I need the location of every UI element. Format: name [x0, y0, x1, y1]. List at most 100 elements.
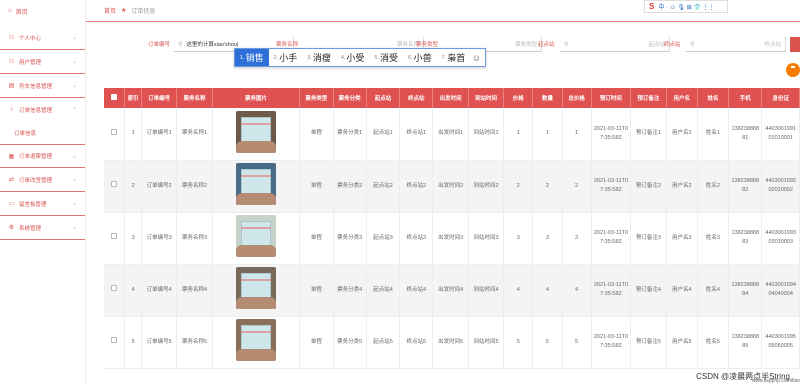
sidebar-item-messages[interactable]: ▭ 留言板管理 ⌄ — [0, 192, 85, 216]
table-row[interactable]: 2 订单编号2 票务名称2 单程 票务分类2 起点站2 终点站2 出发时间2 到站时间2 2 2 2 2… — [104, 160, 800, 213]
row-checkbox[interactable] — [111, 128, 118, 135]
table-cell: 起点站5 — [366, 316, 401, 369]
table-cell: 1 — [503, 108, 534, 161]
table-cell: 到站时间4 — [468, 264, 505, 317]
table-cell: 用户名2 — [666, 160, 698, 213]
table-cell: 订单编号2 — [141, 160, 178, 213]
table-cell: 2021-03-11T07:35:58Z — [591, 160, 632, 213]
table-cell: 用户名4 — [666, 264, 698, 317]
column-header: 索引 — [124, 88, 142, 108]
column-header: 手机 — [728, 88, 763, 108]
table-cell: 票务分类1 — [333, 108, 367, 161]
sidebar-item-trains[interactable]: ▤ 列车信息管理 ⌄ — [0, 74, 85, 98]
column-header: 价格 — [503, 88, 534, 108]
table-cell: 用户名1 — [666, 108, 698, 161]
search-input-start-station[interactable]: ⚲ 起点站 — [560, 37, 670, 52]
table-cell: 1 — [562, 108, 592, 161]
table-cell: 用户名3 — [666, 212, 698, 265]
ime-candidate[interactable]: 6. 小兽 — [403, 49, 437, 66]
table-cell: 姓名5 — [697, 316, 730, 369]
table-cell: 票务分类4 — [333, 264, 367, 317]
ime-candidate[interactable]: 3. 消瘦 — [302, 49, 336, 66]
search-input-end-station[interactable]: ⚲ 终点站 — [686, 37, 786, 52]
table-cell: 票务分类2 — [333, 160, 367, 213]
search-input-typed: 这里的计算xiao'shou| — [186, 42, 239, 48]
table-cell: 5 — [532, 316, 563, 369]
emoji-icon[interactable]: ☺ — [472, 53, 485, 63]
table-cell: 2021-03-11T07:35:58Z — [591, 316, 632, 369]
table-row[interactable]: 1 订单编号1 票务名称1 单程 票务分类1 起点站1 终点站1 出发时间1 到站时间1 1 1 1 2… — [104, 108, 800, 161]
sidebar-item-refunds[interactable]: ▦ 订单退票管理 ⌄ — [0, 144, 85, 168]
table-cell: 用户名5 — [666, 316, 698, 369]
row-select-cell — [104, 264, 126, 317]
chevron-down-icon: ⌄ — [71, 177, 77, 183]
table-cell: 出发时间1 — [432, 108, 469, 161]
ime-candidate[interactable]: 5. 消受 — [369, 49, 403, 66]
ime-candidate[interactable]: 7. 枭首 — [437, 49, 471, 66]
column-header: 到站时间 — [468, 88, 505, 108]
table-cell: 票务名称2 — [176, 160, 213, 213]
table-cell: 订单编号3 — [141, 212, 178, 265]
train-icon: ▤ — [8, 83, 15, 89]
ime-candidate[interactable]: 2. 小手 — [269, 49, 303, 66]
table-cell: 13823888885 — [728, 316, 763, 369]
ime-candidate[interactable]: 1. 销售 — [235, 49, 269, 66]
table-row[interactable]: 4 订单编号4 票务名称4 单程 票务分类4 起点站4 终点站4 出发时间4 到站时间4 4 4 4 2… — [104, 264, 800, 317]
ticket-image[interactable] — [235, 110, 276, 153]
ticket-image[interactable] — [235, 267, 276, 310]
users-icon: ⚇ — [8, 59, 15, 65]
table-cell: 4 — [562, 264, 592, 317]
checkbox[interactable] — [111, 94, 118, 100]
table-cell: 到站时间5 — [468, 316, 505, 369]
row-checkbox[interactable] — [111, 285, 118, 292]
column-header: 预订时间 — [591, 88, 632, 108]
table-cell: 到站时间1 — [468, 108, 505, 161]
search-placeholder: 票务类型 — [514, 42, 537, 48]
sidebar-item-users[interactable]: ⚇ 用户管理 ⌄ — [0, 50, 85, 74]
table-cell: 起点站4 — [366, 264, 401, 317]
table-cell: 起点站2 — [366, 160, 401, 213]
table-cell: 440300199101010001 — [761, 108, 800, 161]
table-cell: 1 — [532, 108, 563, 161]
mic-icon: ♁ — [9, 107, 14, 113]
sidebar-item-label: 系统管理 — [19, 225, 42, 232]
ticket-image[interactable] — [235, 215, 276, 258]
ticket-image[interactable] — [235, 163, 276, 206]
breadcrumb: 首页 ★ 订单信息 S 中 · ☺ 🎙 ⊞ 👕 ⋮⋮ — [86, 0, 800, 22]
table-cell: 票务分类3 — [333, 212, 367, 265]
ime-toolbar[interactable]: S 中 · ☺ 🎙 ⊞ 👕 ⋮⋮ — [644, 0, 728, 13]
ticket-image[interactable] — [235, 319, 276, 362]
column-header: 订单编号 — [141, 88, 178, 108]
table-cell: 13823888883 — [728, 212, 763, 265]
table-cell: 440300199202020002 — [761, 160, 800, 213]
column-header: 出发时间 — [432, 88, 469, 108]
sidebar-subitem-order-info[interactable]: 订单信息 — [0, 122, 85, 144]
table-cell: 票务分类5 — [333, 316, 367, 369]
chevron-down-icon: ⌄ — [71, 59, 77, 65]
breadcrumb-home[interactable]: 首页 — [104, 6, 116, 15]
select-all-checkbox[interactable] — [104, 88, 126, 108]
home-icon: ⌂ — [8, 8, 12, 14]
table-cell: 单程 — [299, 264, 334, 317]
search-label-order-no: 订单编号 — [148, 42, 171, 48]
ticket-image-cell — [212, 108, 301, 161]
ime-candidate-bar[interactable]: 1. 销售 2. 小手 3. 消瘦 4. 小受 5. 消受 6. 小兽 7. 枭首 ☺ — [234, 48, 486, 67]
sidebar-home[interactable]: ⌂ 首页 — [0, 0, 85, 22]
ime-candidate[interactable]: 4. 小受 — [336, 49, 370, 66]
row-checkbox[interactable] — [111, 337, 118, 344]
search-placeholder: 终点站 — [764, 42, 781, 48]
row-checkbox[interactable] — [111, 181, 118, 188]
table-row[interactable]: 5 订单编号5 票务名称5 单程 票务分类5 起点站5 终点站5 出发时间5 到站时间5 5 5 5 2… — [104, 316, 800, 369]
table-row[interactable]: 3 订单编号3 票务名称3 单程 票务分类3 起点站3 终点站3 出发时间3 到站时间3 3 3 3 2… — [104, 212, 800, 265]
row-checkbox[interactable] — [111, 233, 118, 240]
sidebar-item-changes[interactable]: ⇄ 订单改签管理 ⌄ — [0, 168, 85, 192]
sidebar-item-orders[interactable]: ♁ 订单信息管理 ⌃ — [0, 98, 85, 122]
sidebar-item-profile[interactable]: ⚇ 个人中心 ⌄ — [0, 26, 85, 50]
table-cell: 3 — [532, 212, 563, 265]
table-cell: 13823888884 — [728, 264, 763, 317]
delete-button[interactable] — [786, 63, 800, 77]
table-cell: 2 — [562, 160, 592, 213]
sidebar-item-system[interactable]: ⚙ 系统管理 ⌄ — [0, 216, 85, 240]
ticket-image-cell — [212, 316, 301, 369]
search-button[interactable] — [790, 37, 800, 52]
